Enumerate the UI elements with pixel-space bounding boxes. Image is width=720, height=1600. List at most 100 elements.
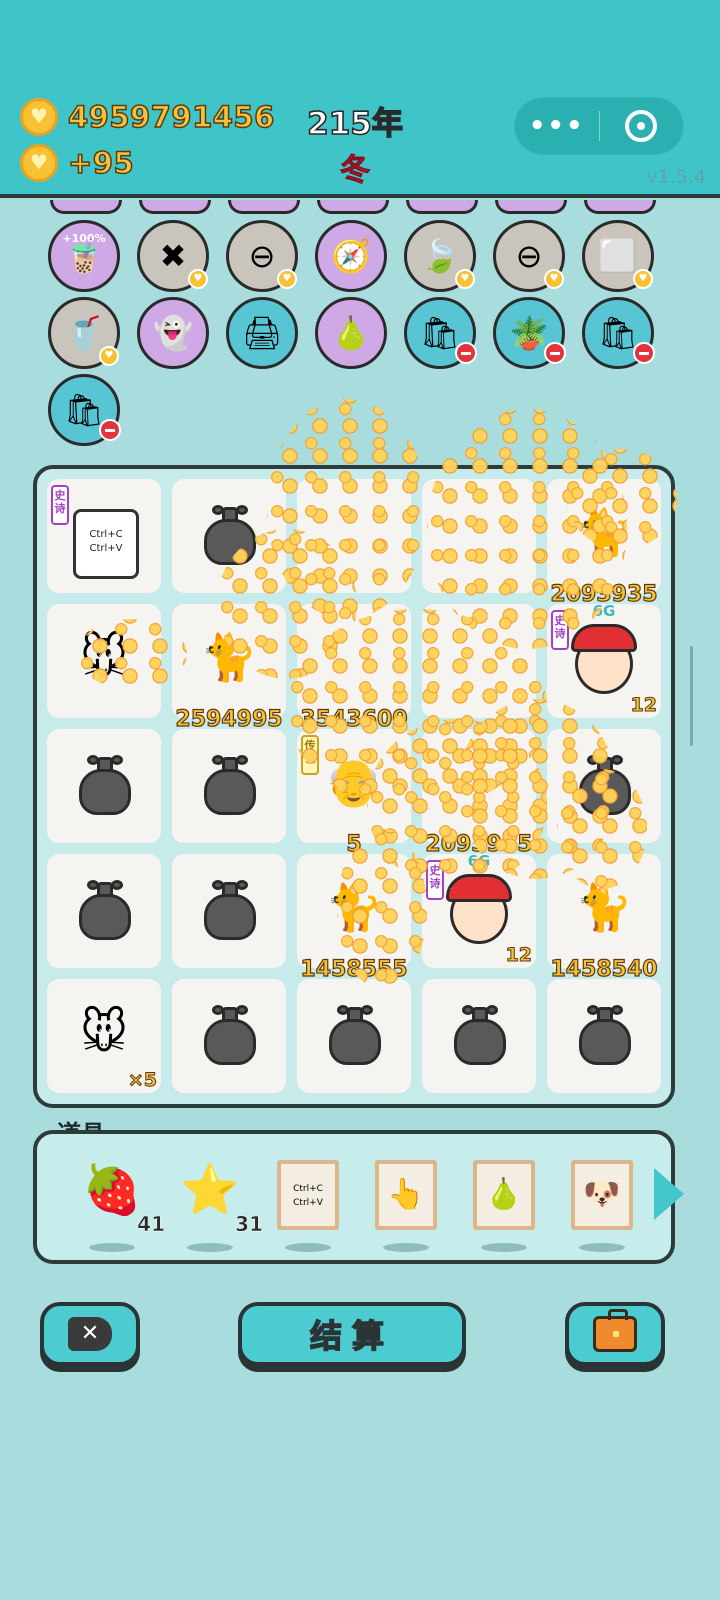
more-menu-button[interactable]: ••• xyxy=(515,111,599,141)
sack-icon[interactable]: 🛍 xyxy=(582,297,655,369)
scroll-indicator xyxy=(690,646,693,746)
board-cell-bag[interactable] xyxy=(547,979,661,1093)
potted-plant-glyph: 🪴 xyxy=(509,314,549,352)
coin-icon xyxy=(20,98,58,136)
board-cell-bag[interactable] xyxy=(172,979,286,1093)
buff-slot-partial xyxy=(317,200,389,214)
sack-glyph: 🛍 xyxy=(597,314,639,352)
garbage-bag-icon xyxy=(204,755,256,815)
heart-badge-icon: ♥ xyxy=(99,346,119,366)
coin-income: +95 xyxy=(20,144,134,182)
minus-badge-icon xyxy=(99,419,121,441)
board-cell-bag[interactable] xyxy=(422,979,536,1093)
buff-slot-partial xyxy=(584,200,656,214)
minus-circle-icon[interactable]: ⊖ ♥ xyxy=(493,220,565,292)
cancel-tag-icon[interactable]: ✖ ♥ xyxy=(137,220,209,292)
tools-next-arrow[interactable] xyxy=(654,1168,684,1220)
star-icon: ⭐ xyxy=(180,1162,240,1218)
garbage-bag-icon xyxy=(204,1005,256,1065)
version-label: v1.5.4 xyxy=(646,166,706,188)
coin-balance: 4959791456 xyxy=(20,98,275,136)
printer-icon[interactable]: 🖨 xyxy=(226,297,298,369)
bubble-tea-icon[interactable]: 🧋 +100% xyxy=(48,220,120,292)
tool-shadow xyxy=(187,1243,233,1252)
heart-badge-icon: ♥ xyxy=(277,269,297,289)
item-count: 12 xyxy=(505,944,532,967)
rarity-tag: 史诗 xyxy=(51,485,69,525)
buff-slot-partial xyxy=(495,200,567,214)
printer-glyph: 🖨 xyxy=(241,314,283,352)
top-bar: 4959791456 +95 215年 冬 ••• xyxy=(0,0,720,198)
sack-icon[interactable]: 🛍 xyxy=(404,297,477,369)
heart-badge-icon: ♥ xyxy=(455,269,475,289)
minus-circle-glyph: ⊖ xyxy=(248,237,276,275)
heart-badge-icon: ♥ xyxy=(544,269,564,289)
copy-paste-card-tool[interactable]: Ctrl+C Ctrl+V xyxy=(273,1160,343,1252)
minus-badge-icon xyxy=(544,342,566,364)
milk-tea-icon[interactable]: 🥤 ♥ xyxy=(48,297,120,369)
flying-coins-effect xyxy=(567,449,677,549)
board-cell-keyboard[interactable]: Ctrl+C Ctrl+V 史诗 xyxy=(47,479,161,593)
copy-paste-card-icon: Ctrl+C Ctrl+V xyxy=(277,1160,339,1230)
pomelo-icon[interactable]: 🍐 xyxy=(315,297,387,369)
flying-coins-effect xyxy=(77,619,187,689)
income-value: +95 xyxy=(67,145,135,181)
sack-glyph: 🛍 xyxy=(419,314,461,352)
heart-badge-icon: ♥ xyxy=(633,269,653,289)
remove-button[interactable]: ✕ xyxy=(40,1302,140,1366)
year-label: 215年 xyxy=(306,105,403,143)
board-cell-mouse[interactable]: 🐭 ×5 xyxy=(47,979,161,1093)
pear-card-icon: 🍐 xyxy=(473,1160,535,1230)
game-board: Ctrl+C Ctrl+V史诗🐈2093935🐭🐈25949953543600史… xyxy=(33,399,677,1108)
coin-total: 4959791456 xyxy=(67,99,275,135)
coin-icon xyxy=(20,144,58,182)
tools-bar: 🍓 41 ⭐ 31 Ctrl+C Ctrl+V 👆 🍐 🐶 xyxy=(33,1130,675,1264)
pomelo-glyph: 🍐 xyxy=(331,314,371,352)
tool-count: 41 xyxy=(137,1212,165,1237)
briefcase-icon xyxy=(593,1309,637,1352)
settle-label: 结算 xyxy=(309,1316,394,1356)
garbage-bag-icon xyxy=(79,880,131,940)
pear-card-tool[interactable]: 🍐 xyxy=(469,1160,539,1252)
tool-count: 31 xyxy=(235,1212,263,1237)
leaf-icon[interactable]: 🍃 ♥ xyxy=(404,220,476,292)
tool-shadow xyxy=(481,1243,527,1252)
tool-shadow xyxy=(89,1243,135,1252)
pointing-hand-card-tool[interactable]: 👆 xyxy=(371,1160,441,1252)
pointing-hand-card-icon: 👆 xyxy=(375,1160,437,1230)
buff-slot-partial xyxy=(50,200,122,214)
milk-tea-glyph: 🥤 xyxy=(64,314,104,352)
board-cell-bag[interactable] xyxy=(172,729,286,843)
buff-slot-partial xyxy=(406,200,478,214)
sugar-cubes-icon[interactable]: ⬜ ♥ xyxy=(582,220,654,292)
minus-badge-icon xyxy=(633,342,655,364)
ghost-glyph: 👻 xyxy=(153,314,193,352)
ghost-icon[interactable]: 👻 xyxy=(137,297,209,369)
board-cell-bag[interactable] xyxy=(47,729,161,843)
dog-card-tool[interactable]: 🐶 xyxy=(567,1160,637,1252)
remove-tag-icon: ✕ xyxy=(68,1317,112,1351)
flying-coins-effect xyxy=(337,829,427,989)
minus-badge-icon xyxy=(455,342,477,364)
garbage-bag-icon xyxy=(204,880,256,940)
lychee-tool[interactable]: 🍓 41 xyxy=(77,1160,165,1252)
board-cell-bag[interactable] xyxy=(172,854,286,968)
season-label: 冬 xyxy=(340,153,371,189)
star-tool[interactable]: ⭐ 31 xyxy=(175,1160,263,1252)
cancel-tag-glyph: ✖ xyxy=(159,237,187,275)
compass-glyph: 🧭 xyxy=(331,237,371,275)
minus-circle-glyph: ⊖ xyxy=(515,237,543,275)
tool-shadow xyxy=(383,1243,429,1252)
board-cell-bag[interactable] xyxy=(47,854,161,968)
backpack-button[interactable] xyxy=(565,1302,665,1366)
settle-button[interactable]: 结算 xyxy=(238,1302,466,1366)
board-cell-bag[interactable] xyxy=(297,979,411,1093)
potted-plant-icon[interactable]: 🪴 xyxy=(493,297,566,369)
buff-slot-partial xyxy=(139,200,211,214)
compass-icon[interactable]: 🧭 xyxy=(315,220,387,292)
flying-coins-effect xyxy=(557,769,647,889)
close-miniprogram-button[interactable] xyxy=(600,110,684,142)
dog-card-icon: 🐶 xyxy=(571,1160,633,1230)
sack-icon[interactable]: 🛍 xyxy=(48,374,121,446)
minus-circle-icon[interactable]: ⊖ ♥ xyxy=(226,220,298,292)
